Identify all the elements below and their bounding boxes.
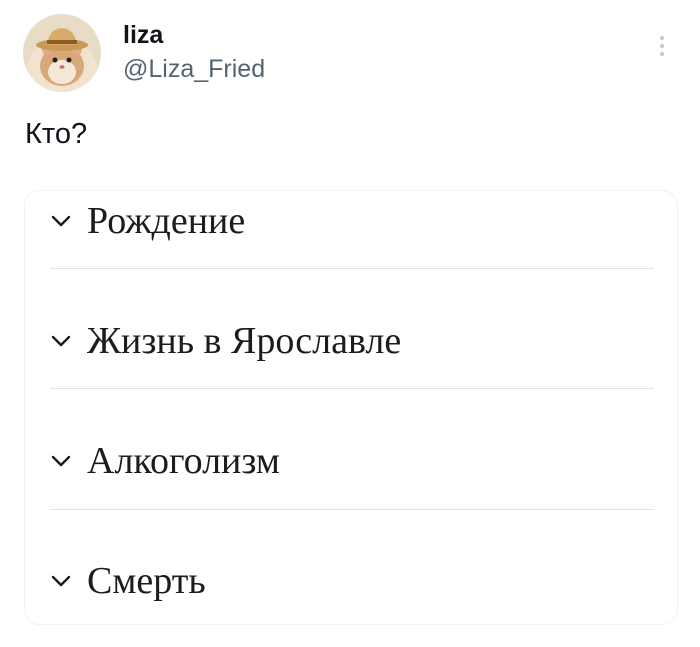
hamster-avatar-icon: [23, 14, 101, 92]
section-death[interactable]: Смерть: [51, 559, 655, 603]
display-name[interactable]: liza: [123, 20, 163, 50]
avatar[interactable]: [23, 14, 101, 92]
more-vertical-icon: [659, 35, 665, 57]
divider: [50, 509, 654, 510]
section-title: Алкоголизм: [87, 440, 280, 482]
divider: [50, 268, 654, 269]
section-birth[interactable]: Рождение: [51, 199, 655, 243]
divider: [50, 388, 654, 389]
embedded-card: Рождение Жизнь в Ярославле Алкоголизм См…: [24, 190, 678, 625]
section-title: Рождение: [87, 200, 246, 242]
tweet-text: Кто?: [25, 118, 88, 150]
chevron-down-icon: [51, 215, 71, 227]
chevron-down-icon: [51, 335, 71, 347]
more-options-button[interactable]: [650, 30, 674, 62]
user-handle[interactable]: @Liza_Fried: [123, 53, 265, 85]
section-alcoholism[interactable]: Алкоголизм: [51, 439, 655, 483]
section-title: Смерть: [87, 560, 206, 602]
chevron-down-icon: [51, 575, 71, 587]
section-life-in-yaroslavl[interactable]: Жизнь в Ярославле: [51, 319, 655, 363]
section-title: Жизнь в Ярославле: [87, 320, 402, 362]
chevron-down-icon: [51, 455, 71, 467]
